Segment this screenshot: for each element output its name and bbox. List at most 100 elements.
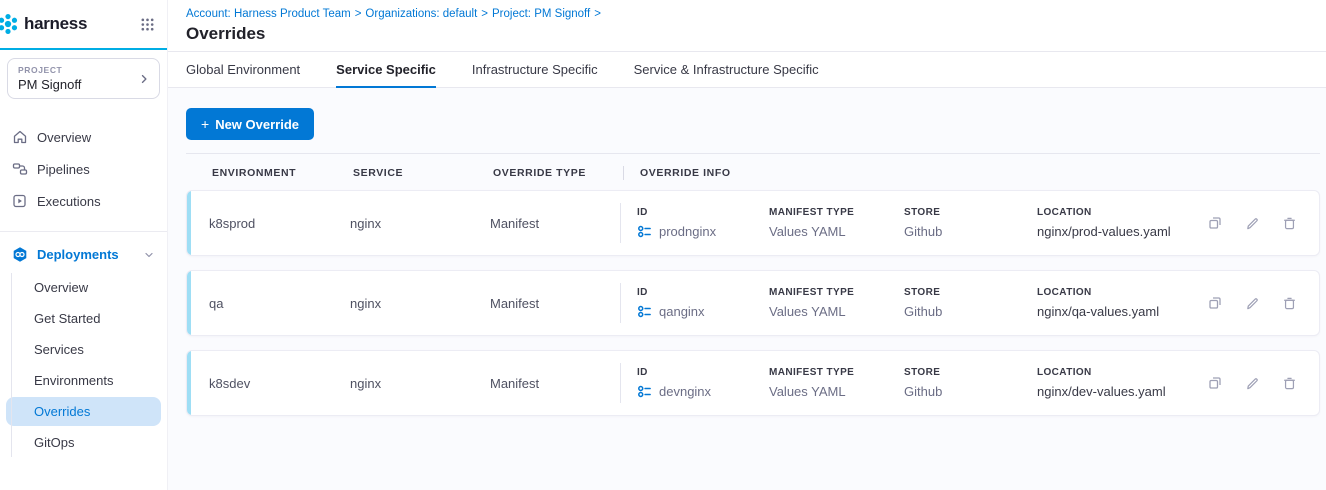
harness-logo[interactable]: harness [0, 13, 87, 35]
subnav-item-services[interactable]: Services [0, 335, 161, 364]
header-divider [623, 166, 624, 180]
content-area: + New Override ENVIRONMENT SERVICE OVERR… [168, 88, 1326, 490]
sidebar-item-overview[interactable]: Overview [0, 121, 167, 153]
edit-button[interactable] [1245, 216, 1260, 231]
service-value: nginx [350, 216, 490, 231]
manifest-type-value: Values YAML [769, 384, 888, 399]
table-header: ENVIRONMENT SERVICE OVERRIDE TYPE OVERRI… [186, 154, 1320, 190]
column-header-service: SERVICE [353, 167, 493, 179]
edit-button[interactable] [1245, 296, 1260, 311]
override-row[interactable]: qa nginx Manifest ID qanginx MANIFEST TY… [186, 270, 1320, 336]
app-window: harness PROJECT PM Signoff [0, 0, 1326, 490]
edit-button[interactable] [1245, 376, 1260, 391]
location-value: nginx/dev-values.yaml [1037, 384, 1207, 399]
manifest-type-label: MANIFEST TYPE [769, 287, 888, 298]
page-title: Overrides [186, 24, 1326, 44]
sidebar-item-label: Deployments [37, 247, 119, 262]
row-accent-bar [187, 191, 191, 255]
id-cell: ID devnginx [621, 367, 753, 399]
tab-service-specific[interactable]: Service Specific [336, 52, 436, 88]
harness-logo-icon [0, 13, 19, 35]
id-cell: ID prodnginx [621, 207, 753, 239]
manifest-id-icon [637, 304, 652, 319]
breadcrumb-project[interactable]: Project: PM Signoff [492, 8, 590, 20]
tab-infrastructure-specific[interactable]: Infrastructure Specific [472, 52, 598, 88]
plus-icon: + [201, 116, 209, 132]
manifest-type-value: Values YAML [769, 304, 888, 319]
subnav-item-environments[interactable]: Environments [0, 366, 161, 395]
manifest-type-cell: MANIFEST TYPE Values YAML [753, 367, 888, 399]
manifest-type-cell: MANIFEST TYPE Values YAML [753, 207, 888, 239]
delete-button[interactable] [1282, 296, 1297, 311]
chevron-down-icon [143, 249, 155, 261]
row-accent-bar [187, 271, 191, 335]
project-name: PM Signoff [18, 77, 149, 92]
sidebar-item-deployments[interactable]: Deployments [0, 238, 167, 271]
store-label: STORE [904, 367, 1021, 378]
store-value: Github [904, 304, 1021, 319]
service-value: nginx [350, 296, 490, 311]
sidebar-item-label: Pipelines [37, 162, 90, 177]
manifest-type-label: MANIFEST TYPE [769, 207, 888, 218]
breadcrumb: Account: Harness Product Team > Organizati… [186, 8, 1326, 20]
store-label: STORE [904, 207, 1021, 218]
store-value: Github [904, 384, 1021, 399]
clone-button[interactable] [1207, 295, 1223, 311]
subnav-item-overview[interactable]: Overview [0, 273, 161, 302]
breadcrumb-account[interactable]: Account: Harness Product Team [186, 8, 351, 20]
location-cell: LOCATION nginx/prod-values.yaml [1021, 207, 1207, 239]
copy-icon [1207, 215, 1223, 231]
store-cell: STORE Github [888, 287, 1021, 319]
store-cell: STORE Github [888, 207, 1021, 239]
delete-button[interactable] [1282, 376, 1297, 391]
sidebar-divider [0, 231, 167, 232]
manifest-id-icon [637, 224, 652, 239]
location-value: nginx/qa-values.yaml [1037, 304, 1207, 319]
manifest-id-icon [637, 384, 652, 399]
store-label: STORE [904, 287, 1021, 298]
app-grid-icon[interactable] [140, 17, 155, 32]
tab-global-environment[interactable]: Global Environment [186, 52, 300, 88]
delete-button[interactable] [1282, 216, 1297, 231]
row-actions [1207, 215, 1319, 231]
chevron-right-icon [138, 73, 150, 85]
column-header-override-type: OVERRIDE TYPE [493, 167, 623, 179]
override-row[interactable]: k8sprod nginx Manifest ID prodnginx MANI… [186, 190, 1320, 256]
column-header-environment: ENVIRONMENT [212, 167, 353, 179]
override-type-value: Manifest [490, 376, 620, 391]
copy-icon [1207, 375, 1223, 391]
override-row[interactable]: k8sdev nginx Manifest ID devnginx MANIFE… [186, 350, 1320, 416]
clone-button[interactable] [1207, 375, 1223, 391]
breadcrumb-separator: > [481, 8, 488, 20]
sidebar-item-pipelines[interactable]: Pipelines [0, 153, 167, 185]
id-label: ID [637, 287, 753, 298]
service-value: nginx [350, 376, 490, 391]
column-header-override-info: OVERRIDE INFO [640, 167, 731, 179]
subnav-item-overrides[interactable]: Overrides [6, 397, 161, 426]
breadcrumb-organization[interactable]: Organizations: default [365, 8, 477, 20]
location-label: LOCATION [1037, 207, 1207, 218]
location-value: nginx/prod-values.yaml [1037, 224, 1207, 239]
pencil-icon [1245, 376, 1260, 391]
project-selector[interactable]: PROJECT PM Signoff [7, 58, 160, 99]
environment-value: qa [209, 296, 350, 311]
environment-value: k8sdev [209, 376, 350, 391]
trash-icon [1282, 376, 1297, 391]
breadcrumb-separator: > [594, 8, 601, 20]
pipelines-icon [12, 161, 28, 177]
new-override-button[interactable]: + New Override [186, 108, 314, 140]
tab-bar: Global Environment Service Specific Infr… [168, 52, 1326, 88]
sidebar-item-executions[interactable]: Executions [0, 185, 167, 217]
store-cell: STORE Github [888, 367, 1021, 399]
subnav-item-gitops[interactable]: GitOps [0, 428, 161, 457]
page-header: Account: Harness Product Team > Organizati… [168, 0, 1326, 52]
environment-value: k8sprod [209, 216, 350, 231]
trash-icon [1282, 296, 1297, 311]
deployments-icon [12, 246, 28, 263]
project-label: PROJECT [18, 65, 149, 75]
subnav-item-get-started[interactable]: Get Started [0, 304, 161, 333]
harness-logo-text: harness [24, 14, 87, 34]
clone-button[interactable] [1207, 215, 1223, 231]
tab-service-infrastructure-specific[interactable]: Service & Infrastructure Specific [634, 52, 819, 88]
manifest-type-label: MANIFEST TYPE [769, 367, 888, 378]
